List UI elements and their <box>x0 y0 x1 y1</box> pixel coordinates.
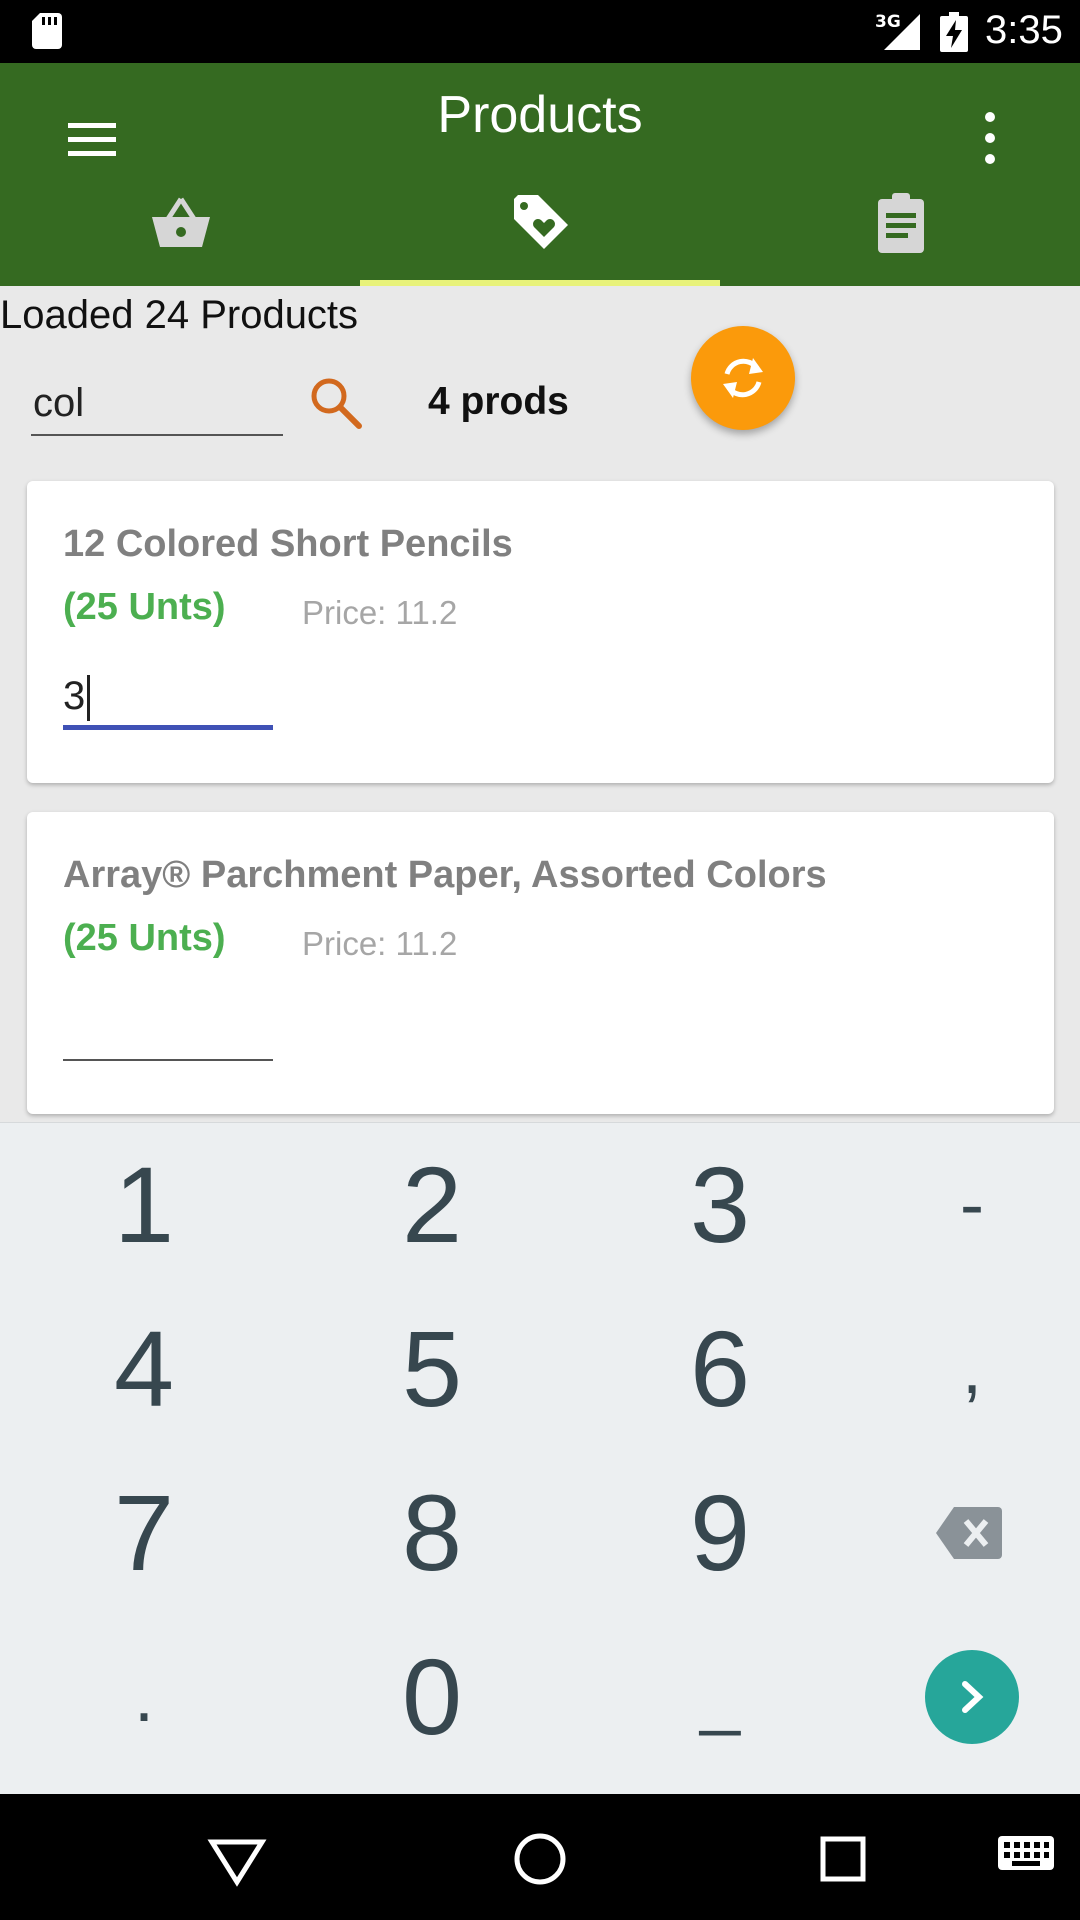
back-button[interactable] <box>202 1824 272 1894</box>
home-button[interactable] <box>505 1824 575 1894</box>
tab-indicator <box>360 280 720 286</box>
numeric-keyboard: 1 2 3 - 4 5 6 , 7 8 9 . 0 _ <box>0 1122 1080 1794</box>
product-units: (25 Unts) <box>63 586 226 628</box>
product-name: Array® Parchment Paper, Assorted Colors <box>63 854 827 896</box>
product-units: (25 Unts) <box>63 917 226 959</box>
product-card[interactable]: 12 Colored Short Pencils (25 Unts) Price… <box>27 481 1054 783</box>
recents-button[interactable] <box>808 1824 878 1894</box>
key-5[interactable]: 5 <box>302 1287 562 1451</box>
product-card[interactable]: Array® Parchment Paper, Assorted Colors … <box>27 812 1054 1114</box>
loaded-products-label: Loaded 24 Products <box>0 293 359 337</box>
enter-key[interactable] <box>842 1615 1080 1779</box>
battery-charging-icon <box>940 12 968 52</box>
key-underscore[interactable]: _ <box>590 1615 850 1779</box>
refresh-icon <box>723 358 763 398</box>
key-2[interactable]: 2 <box>302 1123 562 1287</box>
app-bar: Products <box>0 63 1080 286</box>
quantity-input[interactable] <box>63 661 273 731</box>
backspace-icon <box>936 1507 1002 1559</box>
quantity-input[interactable] <box>63 992 273 1062</box>
enter-button-circle <box>925 1650 1019 1744</box>
refresh-button[interactable] <box>691 326 795 430</box>
sd-card-icon <box>32 13 62 49</box>
key-3[interactable]: 3 <box>590 1123 850 1287</box>
key-1[interactable]: 1 <box>14 1123 274 1287</box>
home-circle-icon <box>514 1833 566 1885</box>
navigation-bar <box>0 1794 1080 1920</box>
key-period[interactable]: . <box>14 1615 274 1779</box>
clipboard-icon <box>878 193 924 253</box>
quantity-underline <box>63 725 273 730</box>
key-9[interactable]: 9 <box>590 1451 850 1615</box>
more-options-icon[interactable] <box>968 103 1012 173</box>
key-comma[interactable]: , <box>842 1287 1080 1451</box>
tab-orders[interactable] <box>720 183 1080 286</box>
product-price: Price: 11.2 <box>302 594 458 631</box>
product-price: Price: 11.2 <box>302 925 458 962</box>
status-bar: 3G 3:35 <box>0 0 1080 63</box>
tag-heart-icon <box>514 195 568 249</box>
key-minus[interactable]: - <box>842 1123 1080 1287</box>
keyboard-icon[interactable] <box>998 1836 1054 1876</box>
backspace-key[interactable] <box>842 1451 1080 1615</box>
search-icon[interactable] <box>307 374 365 432</box>
key-0[interactable]: 0 <box>302 1615 562 1779</box>
key-4[interactable]: 4 <box>14 1287 274 1451</box>
recents-square-icon <box>820 1836 866 1882</box>
key-6[interactable]: 6 <box>590 1287 850 1451</box>
quantity-underline <box>63 1059 273 1061</box>
product-count: 4 prods <box>428 380 569 423</box>
text-cursor <box>87 675 90 721</box>
signal-icon <box>884 14 920 50</box>
key-8[interactable]: 8 <box>302 1451 562 1615</box>
back-triangle-icon <box>207 1839 267 1887</box>
search-input[interactable] <box>31 372 283 436</box>
key-7[interactable]: 7 <box>14 1451 274 1615</box>
product-name: 12 Colored Short Pencils <box>63 523 513 565</box>
clock: 3:35 <box>985 8 1063 52</box>
page-title: Products <box>437 86 643 144</box>
chevron-right-icon <box>962 1681 984 1713</box>
basket-icon <box>152 197 210 247</box>
tab-basket[interactable] <box>0 183 360 286</box>
tab-products[interactable] <box>360 183 720 286</box>
